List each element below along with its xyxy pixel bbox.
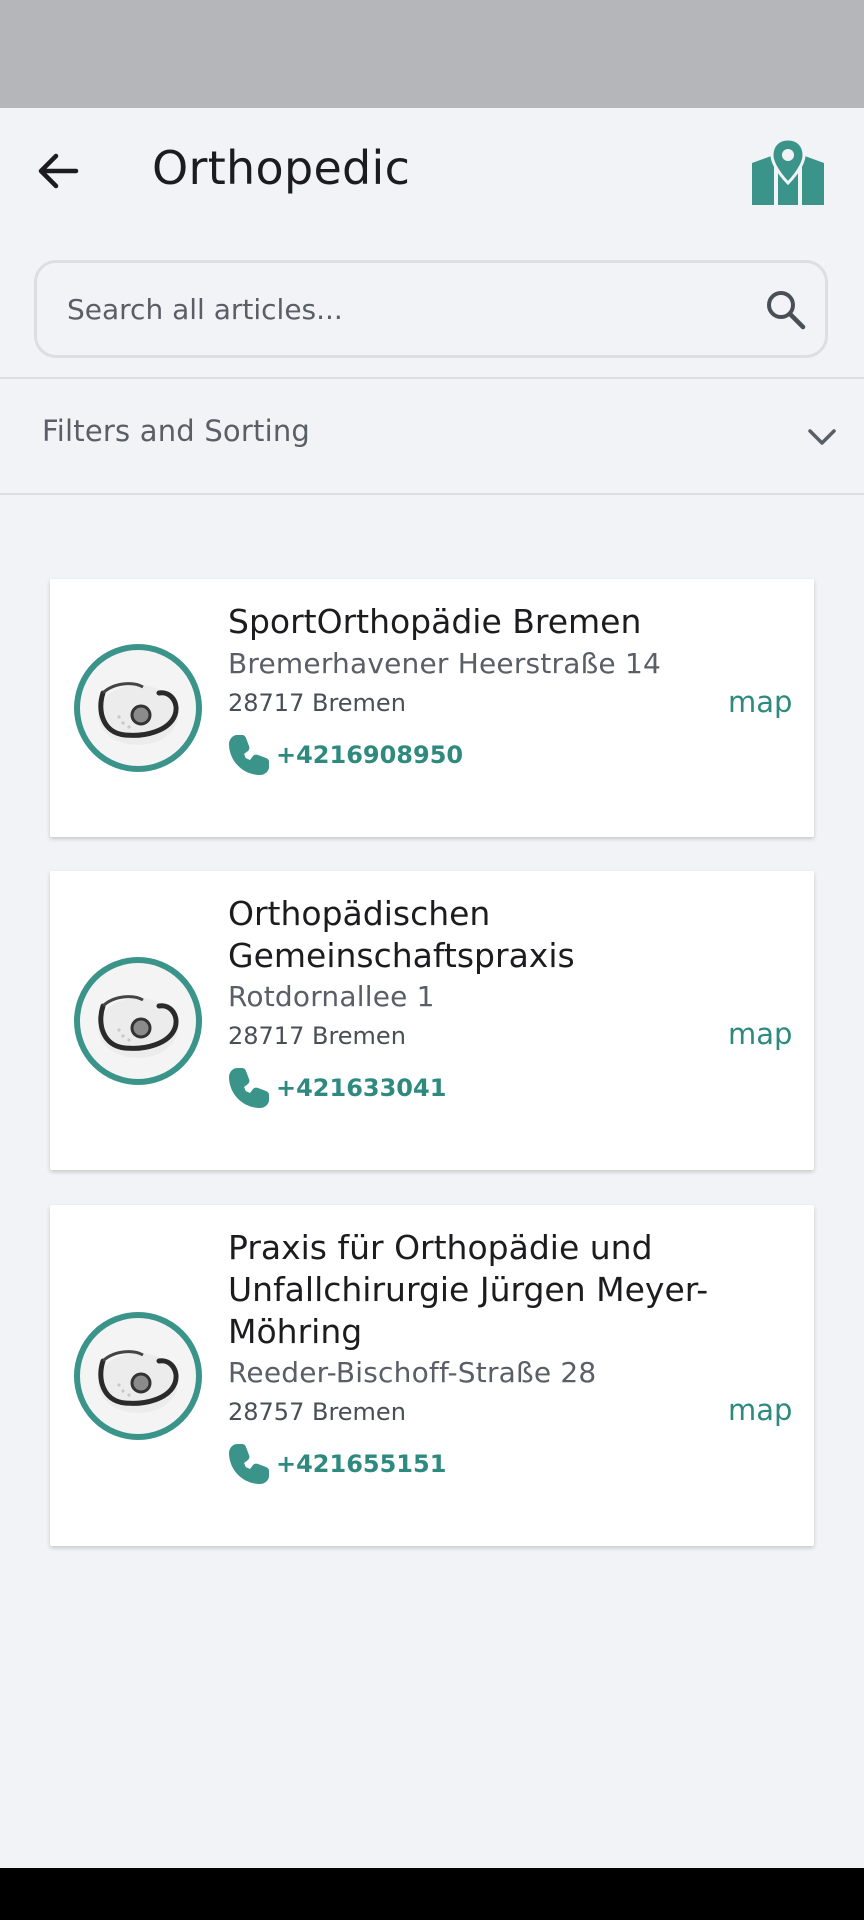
phone-number: +4216908950 xyxy=(276,741,464,769)
map-view-button[interactable] xyxy=(748,132,828,212)
search-box xyxy=(34,260,828,358)
avatar xyxy=(74,1312,202,1440)
clinic-street: Bremerhavener Heerstraße 14 xyxy=(228,647,661,680)
divider-bottom xyxy=(0,493,864,495)
clinic-card[interactable]: Praxis für Orthopädie und Unfallchirurgi… xyxy=(50,1205,814,1546)
app-bar: Orthopedic xyxy=(0,108,864,233)
clinic-card[interactable]: Orthopädischen Gemeinschaftspraxis Rotdo… xyxy=(50,871,814,1170)
clinic-card[interactable]: SportOrthopädie Bremen Bremerhavener Hee… xyxy=(50,579,814,837)
back-button[interactable] xyxy=(30,143,86,199)
status-bar xyxy=(0,0,864,108)
stethoscope-icon xyxy=(98,1350,179,1413)
clinic-name: Orthopädischen Gemeinschaftspraxis xyxy=(228,894,575,975)
avatar xyxy=(74,957,202,1085)
filters-toggle[interactable]: Filters and Sorting xyxy=(0,380,864,494)
map-link[interactable]: map xyxy=(728,1393,792,1427)
filters-label: Filters and Sorting xyxy=(42,414,311,448)
system-nav-bar xyxy=(0,1868,864,1920)
map-link[interactable]: map xyxy=(728,685,792,719)
map-pin-icon xyxy=(752,137,824,205)
phone-link[interactable]: +4216908950 xyxy=(226,732,463,778)
page-title: Orthopedic xyxy=(152,141,411,195)
phone-number: +421633041 xyxy=(276,1074,447,1102)
phone-link[interactable]: +421655151 xyxy=(226,1441,446,1487)
clinic-city: 28717 Bremen xyxy=(228,1022,406,1050)
phone-icon xyxy=(226,732,272,778)
phone-link[interactable]: +421633041 xyxy=(226,1065,446,1111)
clinic-city: 28717 Bremen xyxy=(228,689,406,717)
phone-icon xyxy=(226,1065,272,1111)
clinic-name: SportOrthopädie Bremen xyxy=(228,602,642,641)
map-link[interactable]: map xyxy=(728,1017,792,1051)
clinic-street: Rotdornallee 1 xyxy=(228,980,435,1013)
phone-icon xyxy=(226,1441,272,1487)
stethoscope-icon xyxy=(98,682,179,745)
chevron-down-icon xyxy=(804,422,840,452)
phone-number: +421655151 xyxy=(276,1450,447,1478)
divider-top xyxy=(0,377,864,379)
search-icon xyxy=(767,291,806,330)
search-input[interactable] xyxy=(67,263,747,355)
clinic-name: Praxis für Orthopädie und Unfallchirurgi… xyxy=(228,1228,709,1351)
arrow-left-icon xyxy=(38,153,79,189)
search-button[interactable] xyxy=(757,281,813,337)
clinic-city: 28757 Bremen xyxy=(228,1398,406,1426)
clinic-street: Reeder-Bischoff-Straße 28 xyxy=(228,1356,597,1389)
avatar xyxy=(74,644,202,772)
stethoscope-icon xyxy=(98,995,179,1058)
